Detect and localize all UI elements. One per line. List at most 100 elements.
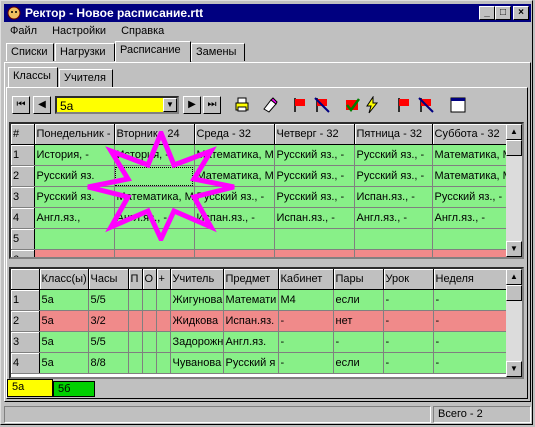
last-class-button[interactable]: ⏭ [203, 96, 221, 114]
schedule-cell[interactable]: История, - [114, 144, 195, 166]
schedule-cell[interactable]: Русский яз. [34, 165, 115, 187]
load-scrollbar[interactable]: ▲ ▼ [506, 269, 522, 377]
schedule-cell[interactable] [114, 228, 195, 250]
load-col-header[interactable]: О [142, 269, 157, 290]
row-number[interactable]: 4 [11, 352, 40, 374]
schedule-cell[interactable]: Русский яз., - [274, 186, 355, 208]
load-cell[interactable] [156, 352, 171, 374]
load-cell[interactable]: 5/5 [88, 331, 129, 353]
load-cell[interactable]: 8/8 [88, 352, 129, 374]
schedule-cell[interactable]: Испан.яз., - [194, 207, 275, 229]
load-col-header[interactable]: Класс(ы) [39, 269, 89, 290]
schedule-cell[interactable]: Англ.яз., - [114, 207, 195, 229]
schedule-cell[interactable]: Испан.яз., - [354, 186, 433, 208]
load-cell[interactable]: - [333, 331, 384, 353]
row-number[interactable]: 2 [11, 165, 35, 187]
load-cell[interactable] [142, 310, 157, 332]
schedule-cell[interactable] [114, 249, 195, 257]
load-cell[interactable]: - [383, 310, 434, 332]
load-cell[interactable]: 5/5 [88, 289, 129, 311]
load-cell[interactable]: 3/2 [88, 310, 129, 332]
schedule-cell[interactable]: Англ.яз., - [354, 207, 433, 229]
maximize-button[interactable]: □ [495, 6, 511, 20]
load-col-header[interactable]: Неделя [433, 269, 509, 290]
load-cell[interactable]: 5а [39, 331, 89, 353]
load-col-header[interactable]: Урок [383, 269, 434, 290]
tab-teachers[interactable]: Учителя [59, 69, 113, 87]
bottom-tab-5b[interactable]: 5б [53, 381, 95, 397]
load-cell[interactable]: Англ.яз. [223, 331, 279, 353]
menu-settings[interactable]: Настройки [46, 23, 112, 39]
row-number[interactable]: 4 [11, 207, 35, 229]
load-cell[interactable] [142, 352, 157, 374]
schedule-cell[interactable]: Русский яз., - [274, 165, 355, 187]
load-cell[interactable]: Жидкова [170, 310, 224, 332]
load-row[interactable]: 3 5а 5/5 Задорожн Англ.яз. - - - - [11, 331, 509, 353]
row-number[interactable]: 1 [11, 144, 35, 166]
row-number[interactable]: 3 [11, 331, 40, 353]
flag-cross-icon[interactable] [417, 96, 435, 114]
schedule-cell[interactable] [354, 249, 433, 257]
load-col-header[interactable]: Пары [333, 269, 384, 290]
scroll-down-icon[interactable]: ▼ [506, 361, 522, 377]
load-cell[interactable] [128, 352, 143, 374]
schedule-cell[interactable] [432, 249, 509, 257]
flag-remove-icon[interactable] [313, 96, 331, 114]
scroll-thumb[interactable] [506, 285, 522, 301]
tab-schedule[interactable]: Расписание [115, 41, 191, 62]
load-cell[interactable]: - [383, 289, 434, 311]
print-icon[interactable] [233, 96, 251, 114]
next-class-button[interactable]: ▶ [183, 96, 201, 114]
schedule-cell[interactable]: Математика, М [432, 165, 509, 187]
minimize-button[interactable]: _ [479, 6, 495, 20]
schedule-cell[interactable]: Математика, М [432, 144, 509, 166]
schedule-col-header[interactable]: Среда - 32 [194, 124, 275, 145]
load-cell[interactable] [128, 331, 143, 353]
schedule-cell[interactable]: Математика, М [194, 144, 275, 166]
scroll-thumb[interactable] [506, 140, 522, 156]
load-row[interactable]: 2 5а 3/2 Жидкова Испан.яз. - нет - - [11, 310, 509, 332]
row-number[interactable]: 1 [11, 289, 40, 311]
schedule-cell[interactable]: Русский яз., - [194, 186, 275, 208]
prev-class-button[interactable]: ◀ [33, 96, 51, 114]
load-cell[interactable]: - [383, 331, 434, 353]
schedule-cell[interactable]: Русский яз., - [274, 144, 355, 166]
schedule-cell[interactable] [34, 249, 115, 257]
eraser-icon[interactable] [261, 96, 279, 114]
bottom-tab-5a[interactable]: 5а [7, 379, 53, 397]
row-number[interactable]: 6 [11, 249, 35, 257]
row-number[interactable]: 2 [11, 310, 40, 332]
tab-loads[interactable]: Нагрузки [55, 43, 115, 61]
load-col-header[interactable]: Предмет [223, 269, 279, 290]
schedule-cell[interactable] [34, 228, 115, 250]
flag-red-icon[interactable] [291, 96, 309, 114]
check-icon[interactable] [343, 96, 361, 114]
load-cell[interactable]: М4 [278, 289, 334, 311]
schedule-cell[interactable]: Русский яз. [34, 186, 115, 208]
schedule-cell[interactable] [354, 228, 433, 250]
tab-classes[interactable]: Классы [8, 67, 58, 87]
load-cell[interactable] [156, 289, 171, 311]
load-cell[interactable]: 5а [39, 310, 89, 332]
load-cell[interactable]: Русский я [223, 352, 279, 374]
load-col-header[interactable]: + [156, 269, 171, 290]
chevron-down-icon[interactable]: ▼ [163, 98, 177, 112]
schedule-cell[interactable] [114, 165, 195, 187]
load-cell[interactable] [156, 310, 171, 332]
row-number[interactable]: 5 [11, 228, 35, 250]
schedule-cell[interactable]: Математика, М [194, 165, 275, 187]
load-cell[interactable]: - [383, 352, 434, 374]
schedule-col-header[interactable]: Пятница - 32 [354, 124, 433, 145]
load-cell[interactable] [156, 331, 171, 353]
load-row[interactable]: 4 5а 8/8 Чуванова Русский я - если - - [11, 352, 509, 374]
load-cell[interactable]: - [433, 352, 509, 374]
load-cell[interactable]: Задорожн [170, 331, 224, 353]
schedule-cell[interactable] [194, 228, 275, 250]
load-cell[interactable]: 5а [39, 352, 89, 374]
load-cell[interactable]: - [433, 289, 509, 311]
load-cell[interactable] [128, 289, 143, 311]
schedule-cell[interactable]: Испан.яз., - [274, 207, 355, 229]
load-col-header[interactable]: Учитель [170, 269, 224, 290]
schedule-col-header[interactable]: Понедельник - [34, 124, 115, 145]
load-col-header[interactable] [11, 269, 40, 290]
